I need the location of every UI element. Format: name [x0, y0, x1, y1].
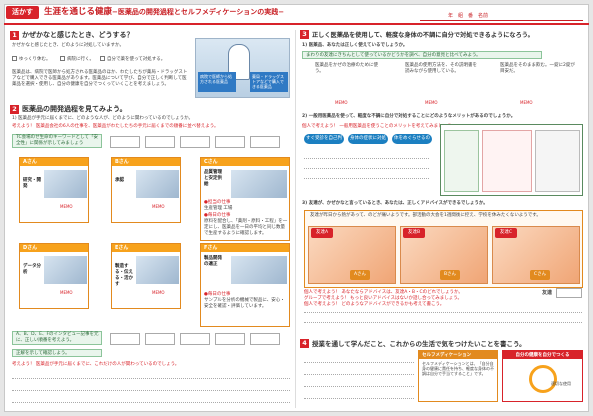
name-field[interactable]: 年 組 番 名前	[420, 9, 583, 21]
cycle-icon	[529, 365, 557, 393]
friend-a-tag: Aさん	[350, 270, 370, 280]
order-box-1[interactable]	[110, 136, 140, 148]
column-divider	[295, 30, 296, 408]
friend-answer-box[interactable]	[556, 288, 582, 298]
s1-option-2[interactable]: 病院に行く。	[60, 56, 94, 63]
card-d: Dさん データ分析 MEMO	[19, 243, 89, 309]
s2-bottom-question: 考えよう！ 医薬品が手元に届くまでに、これだけの人が関わっているのでしょう。	[12, 362, 180, 367]
card-b: Bさん 承認 MEMO	[111, 157, 181, 223]
card-e: Eさん 製造する・伝える・活かす MEMO	[111, 243, 181, 309]
s3-q2-line-1[interactable]	[304, 158, 429, 159]
friend-c-tag: Cさん	[530, 270, 550, 280]
header-rule	[4, 23, 589, 25]
order-box-4[interactable]	[215, 136, 245, 148]
s2-check-note: TC会場のせ生命のキーワードとして「安全性」に関係が示してみましょう	[12, 134, 102, 148]
friend-b-label: 友達B	[403, 228, 425, 238]
section-tag: 活かす	[6, 6, 39, 19]
order-box-b4[interactable]	[215, 333, 245, 345]
answer-line-1[interactable]	[12, 378, 290, 379]
card-a: Aさん 研究・開発 MEMO	[19, 157, 89, 223]
s3-q2-line-2[interactable]	[304, 168, 429, 169]
s4-line-1[interactable]	[304, 362, 414, 363]
page-title: 生涯を通じる健康−医薬品の開発過程とセルフメディケーションの実践−	[44, 7, 285, 17]
s3-q2-hint: 個人で考えよう！ 一般用医薬品を使うことのメリットを考えてみましょう。	[302, 124, 456, 129]
friend-a-label: 友達A	[311, 228, 333, 238]
section-1-heading: 1 かぜかなと感じたとき、どうする？	[10, 30, 134, 40]
order-box-5[interactable]	[250, 136, 280, 148]
s3-q1: 1) 医薬品、あなたは正しく使えているでしょうか。	[302, 43, 408, 48]
pill-1: すぐ受診を自己判断できる	[304, 134, 344, 151]
s1-option-1[interactable]: ゆっくり休む。	[12, 56, 51, 63]
otc-table-col-3	[535, 130, 580, 192]
s3-memo-3: MEMO	[520, 100, 533, 105]
order-box-b2[interactable]	[145, 333, 175, 345]
s1-option-3[interactable]: 自分で薬を使って対処する。	[100, 56, 165, 63]
friend-b-tag: Bさん	[440, 270, 460, 280]
pill-3: 体をめぐらせるのに役立てる	[392, 134, 432, 151]
s3-q1-opt-1[interactable]: 医薬品をかぜの治療のために使う。	[315, 63, 385, 75]
s3-answer-line-1[interactable]	[304, 312, 582, 313]
s3-q2: 2) 一般用医薬品を使って、軽度な不調に自分で対処することにどのようなメリットが…	[302, 114, 516, 119]
s2-bottom-prompt: A、B、D、E、Fのインタビュー記事を元に、正しい順番を考えよう。	[12, 331, 102, 345]
order-box-b3[interactable]	[180, 333, 210, 345]
order-box-b1[interactable]	[110, 333, 140, 345]
section-2-heading: 2 医薬品の開発過程を見てみよう。	[10, 104, 127, 114]
s3-q1-opt-2[interactable]: 医薬品の使用方法を、その説明書を読みながら使用している。	[405, 63, 480, 75]
order-box-3[interactable]	[180, 136, 210, 148]
self-medication-box: セルフメディケーション セルフメディケーションとは、「自分自身の健康に責任を持ち…	[418, 350, 498, 402]
section-3-heading: 3 正しく医薬品を使用して、軽度な身体の不調に自分で対処できるようになろう。	[300, 30, 534, 39]
s1-body: 医薬品は、病院で医師から処方される医薬品のほか、わたしたちが薬局・ドラッグストア…	[12, 70, 188, 87]
s4-line-3[interactable]	[304, 386, 414, 387]
s3-q3-c: 個人で考えよう！ どのようなアドバイスができるかも考えて書こう。	[304, 302, 445, 307]
s1-prompt: かぜかなと感じたとき、どのように対処していますか。	[12, 43, 124, 48]
callout-otc: 薬局・ドラッグストアなどで購入できる医薬品	[250, 72, 288, 92]
callout-prescription: 病院で医師から処方される医薬品	[198, 72, 236, 92]
self-health-diagram: 自分の健康を自分でつくる 適切な使用	[502, 350, 583, 402]
friend-c-label: 友達C	[495, 228, 517, 238]
order-box-b5[interactable]	[250, 333, 280, 345]
s4-line-2[interactable]	[304, 374, 414, 375]
answer-line-2[interactable]	[12, 390, 290, 391]
s3-scenario-text: 友達が昨日から熱があって、のどが痛いようです。部活動の大会を1週間後に控え、学校…	[310, 213, 541, 218]
s3-answer-line-2[interactable]	[304, 322, 582, 323]
s3-q1-opt-3[interactable]: 医薬品をそのまま飲む。一錠に2錠が目安だ。	[500, 63, 578, 75]
otc-table-col-1	[444, 130, 479, 192]
pill-2: 身体の症状に対処できる	[348, 134, 388, 151]
s2-prompt: 1) 医薬品が手元に届くまでに、どのような人が、どのように関わっているのでしょう…	[12, 116, 194, 121]
s3-memo-1: MEMO	[335, 100, 348, 105]
friend-answer-label: 友達	[542, 290, 553, 296]
section-4-heading: 4 授業を通して学んだこと、これからの生活で気をつけたいことを書こう。	[300, 338, 526, 348]
s2-hint: 考えよう！ 医薬品会社の6人の仕事を、医薬品がわたしたちの手元に届くまでの順番に…	[12, 124, 219, 129]
s3-q1-hint: まわりの友達にきちんとして使っているかどうかを調べ、自分の意見と比べてみよう。	[302, 51, 542, 59]
card-f: Fさん 製品開発の適正 ●毎日の仕事 サンプルを分析の機械で製品に、安心・安全を確…	[200, 243, 290, 327]
s2-bottom-hint: 正解を示して確認しよう。	[12, 349, 102, 357]
order-box-2[interactable]	[145, 136, 175, 148]
card-c: Cさん 品質管理と安定供給 ●担当の仕事 生産管理 工場 ●毎日の仕事 原料を配合…	[200, 157, 290, 241]
otc-table-col-2	[482, 130, 532, 192]
s3-q3: 3) 友達が、かぜかなと言っているとき、あなたは、正しくアドバイスができるでしょ…	[302, 201, 488, 206]
s3-memo-2: MEMO	[425, 100, 438, 105]
s4-line-4[interactable]	[304, 398, 414, 399]
answer-line-3[interactable]	[12, 402, 290, 403]
s3-q2-line-3[interactable]	[304, 178, 429, 179]
